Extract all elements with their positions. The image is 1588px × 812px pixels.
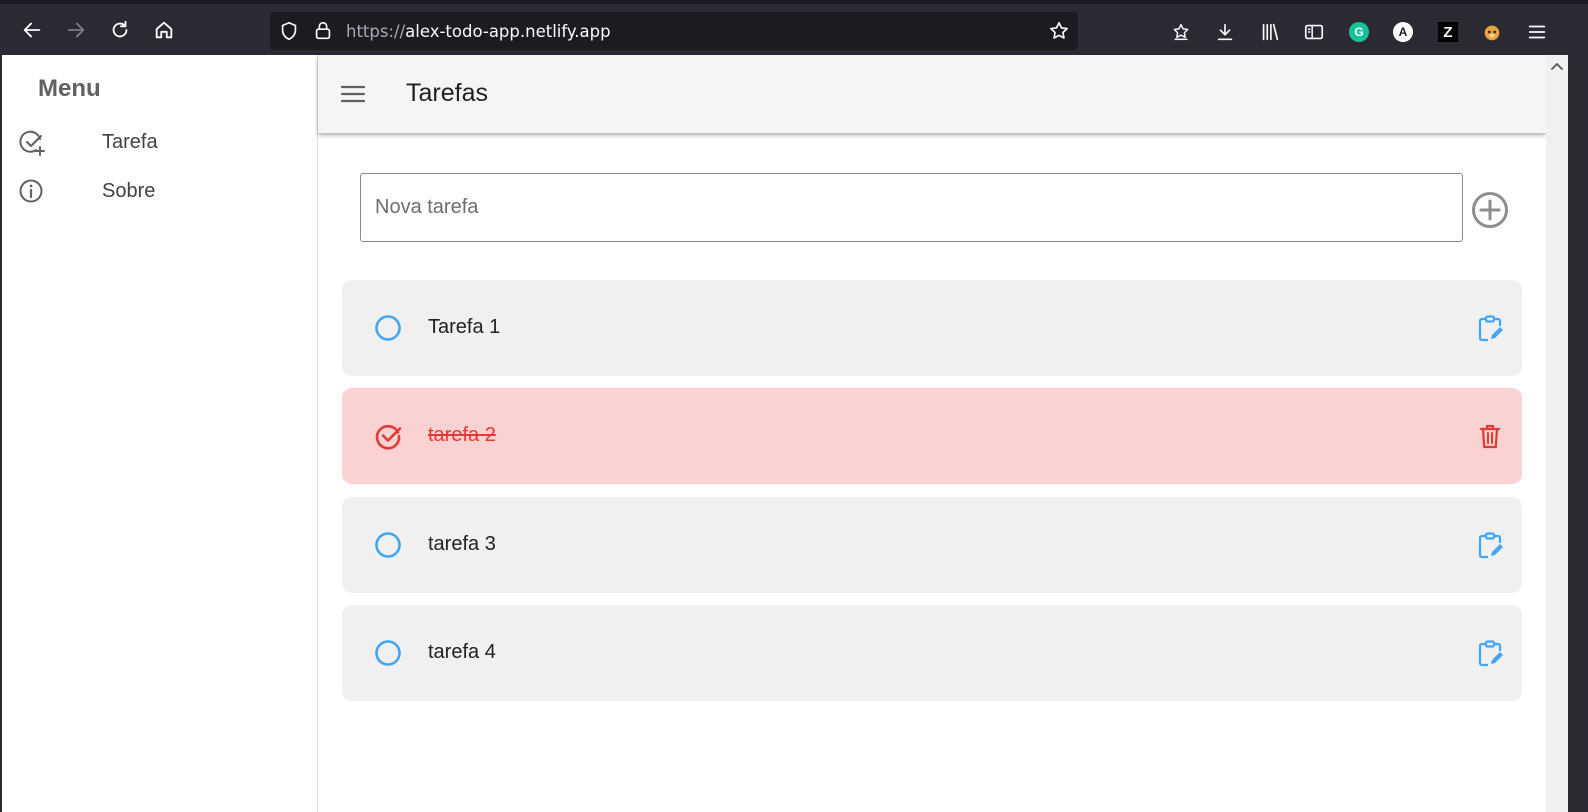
circle-unchecked-icon[interactable]	[374, 531, 402, 559]
new-task-input[interactable]	[360, 173, 1463, 242]
window-edge	[1568, 55, 1588, 812]
grammarly-button[interactable]: G	[1347, 20, 1371, 44]
chevron-up-icon[interactable]	[1550, 59, 1564, 73]
check-plus-icon	[19, 130, 45, 156]
task-item: tarefa 3	[342, 497, 1522, 593]
library-icon	[1262, 23, 1279, 41]
clipboard-edit-icon[interactable]	[1476, 314, 1504, 342]
app-header: Tarefas	[318, 55, 1546, 133]
extension-a-button[interactable]: A	[1391, 20, 1415, 44]
task-item: tarefa 2	[342, 388, 1522, 484]
circle-unchecked-icon[interactable]	[374, 639, 402, 667]
sidebar-title: Menu	[38, 75, 101, 102]
task-text: tarefa 3	[428, 533, 496, 555]
url-host: alex-todo-app.netlify.app	[405, 22, 611, 41]
extension-z-button[interactable]: Z	[1436, 20, 1460, 44]
sidebar-item-label: Sobre	[102, 180, 156, 202]
home-icon	[155, 21, 173, 39]
save-star-icon	[1173, 23, 1189, 41]
app-menu-button[interactable]	[1525, 20, 1549, 44]
add-circle-icon[interactable]	[1471, 191, 1509, 229]
z-extension-icon: Z	[1438, 22, 1458, 42]
circle-unchecked-icon[interactable]	[374, 314, 402, 342]
arrow-left-icon	[23, 22, 41, 38]
downloads-button[interactable]	[1213, 20, 1237, 44]
arrow-right-icon	[67, 22, 85, 38]
download-icon	[1217, 23, 1233, 41]
a-extension-icon: A	[1393, 22, 1413, 42]
scrollbar[interactable]	[1546, 55, 1568, 812]
circle-check-icon[interactable]	[374, 422, 402, 450]
task-item: Tarefa 1	[342, 280, 1522, 376]
hamburger-menu-icon	[1528, 25, 1546, 39]
page-title: Tarefas	[406, 79, 488, 107]
sidebar-item-label: Tarefa	[102, 131, 158, 153]
library-button[interactable]	[1258, 20, 1282, 44]
reader-view-button[interactable]	[1302, 20, 1326, 44]
task-text: tarefa 4	[428, 641, 496, 663]
clipboard-edit-icon[interactable]	[1476, 639, 1504, 667]
reload-button[interactable]	[106, 16, 134, 44]
url-protocol: https://	[346, 22, 406, 41]
sidebar-item-tarefa[interactable]: Tarefa	[18, 125, 308, 161]
task-item: tarefa 4	[342, 605, 1522, 701]
sidebar-item-sobre[interactable]: Sobre	[18, 174, 308, 210]
lock-icon[interactable]	[312, 20, 334, 42]
forward-button[interactable]	[62, 16, 90, 44]
menu-icon[interactable]	[340, 81, 366, 107]
url-text[interactable]: https://alex-todo-app.netlify.app	[346, 22, 611, 41]
reload-icon	[112, 20, 128, 38]
clipboard-edit-icon[interactable]	[1476, 531, 1504, 559]
task-text: Tarefa 1	[428, 316, 501, 338]
pocket-button[interactable]	[1169, 20, 1193, 44]
back-button[interactable]	[18, 16, 46, 44]
shield-icon[interactable]	[278, 20, 300, 42]
tampermonkey-button[interactable]	[1480, 20, 1504, 44]
grammarly-icon: G	[1349, 22, 1369, 42]
trash-icon[interactable]	[1476, 422, 1504, 450]
home-button[interactable]	[150, 16, 178, 44]
address-bar[interactable]: https://alex-todo-app.netlify.app	[270, 12, 1078, 50]
browser-toolbar: https://alex-todo-app.netlify.app G A Z	[0, 0, 1588, 55]
sidebar-icon	[1304, 24, 1324, 40]
bookmark-star-icon[interactable]	[1048, 20, 1070, 42]
monkey-icon	[1484, 25, 1500, 41]
info-icon	[19, 179, 43, 203]
sidebar: Menu Tarefa Sobre	[0, 55, 318, 812]
task-text: tarefa 2	[428, 424, 496, 446]
